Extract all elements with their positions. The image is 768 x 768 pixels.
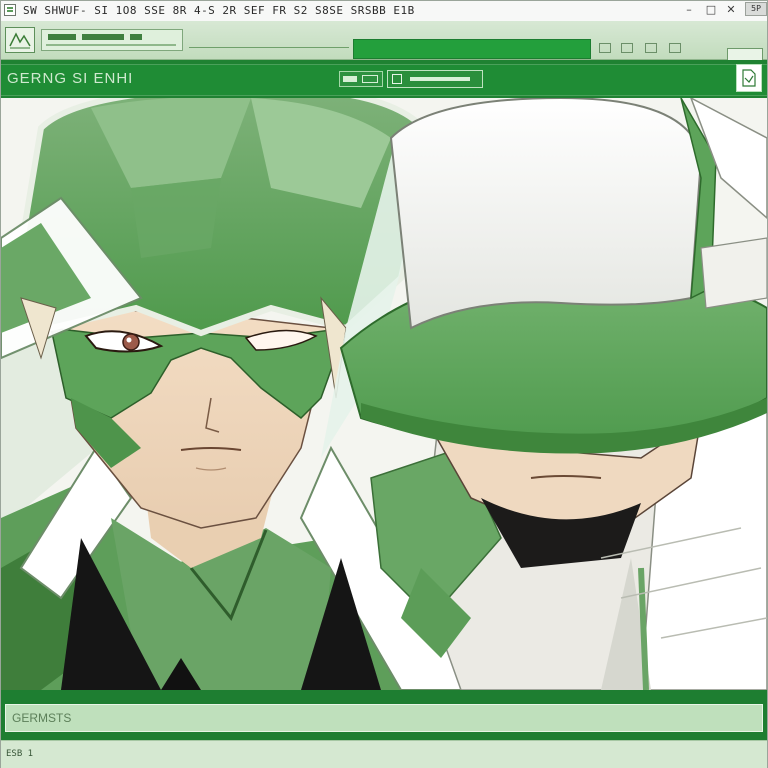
path-segment [82, 34, 124, 40]
app-window: SW SHWUF- SI 1O8 SSE 8R 4-S 2R SEF FR S2… [0, 0, 768, 768]
caption-input[interactable]: GERMSTS [5, 704, 763, 732]
bottom-panel: GERMSTS [1, 690, 767, 740]
header-band: GERNG SI ENHI [1, 60, 767, 98]
search-bar-fill [410, 77, 470, 81]
active-tab[interactable] [353, 39, 591, 59]
logo-icon [9, 32, 31, 49]
caption-value: GERMSTS [12, 711, 72, 725]
path-underline [46, 44, 176, 46]
window-title: SW SHWUF- SI 1O8 SSE 8R 4-S 2R SEF FR S2… [23, 4, 415, 17]
document-icon [742, 69, 756, 87]
close-button[interactable]: ✕ [723, 3, 739, 17]
toolbar-icon[interactable] [599, 43, 611, 53]
logo-button[interactable] [5, 27, 35, 53]
toolbar-icon[interactable] [621, 43, 633, 53]
minimize-button[interactable]: – [681, 3, 697, 17]
image-viewport[interactable] [1, 98, 767, 690]
toolbar-icon[interactable] [669, 43, 681, 53]
search-input[interactable] [387, 70, 483, 88]
path-field[interactable] [41, 29, 183, 51]
path-segment [48, 34, 76, 40]
view-toggle-part [362, 75, 378, 83]
document-button[interactable] [736, 64, 762, 92]
artwork-image [1, 98, 767, 690]
view-toggle[interactable] [339, 71, 383, 87]
app-name: GERNG SI ENHI [7, 70, 134, 87]
app-icon [4, 4, 16, 16]
toolbar-field[interactable] [189, 35, 349, 48]
title-bar: SW SHWUF- SI 1O8 SSE 8R 4-S 2R SEF FR S2… [1, 1, 767, 22]
path-segment [130, 34, 142, 40]
status-text: ESB 1 [6, 749, 34, 759]
toolbar-icon[interactable] [645, 43, 657, 53]
extra-window-button[interactable]: 5P [745, 2, 767, 16]
maximize-button[interactable]: □ [703, 3, 719, 17]
toolbar [1, 21, 767, 62]
status-bar: ESB 1 [1, 740, 767, 768]
view-toggle-part [343, 76, 357, 82]
search-icon [392, 74, 402, 84]
